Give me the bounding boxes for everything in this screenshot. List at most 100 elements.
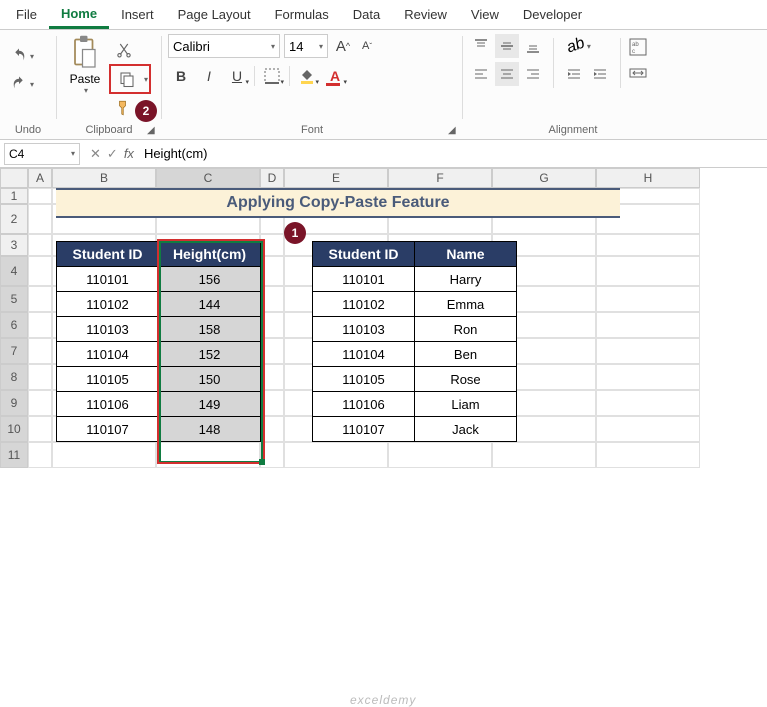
fill-color-button[interactable]: ▾ <box>294 64 320 88</box>
t1-h1: Height(cm) <box>159 242 261 267</box>
fx-icon[interactable]: fx <box>124 146 134 161</box>
table-cell[interactable]: 148 <box>159 417 261 442</box>
fill-handle[interactable] <box>259 459 265 465</box>
italic-button[interactable]: I <box>196 64 222 88</box>
select-all-corner[interactable] <box>0 168 28 188</box>
clipboard-dialog-launcher[interactable]: ◢ <box>147 125 159 137</box>
row-header-7[interactable]: 7 <box>0 338 28 364</box>
tab-file[interactable]: File <box>4 2 49 27</box>
decrease-indent-button[interactable] <box>562 62 586 86</box>
borders-button[interactable]: ▾ <box>259 64 285 88</box>
align-center-button[interactable] <box>495 62 519 86</box>
formula-bar: C4▾ ✕ ✓ fx Height(cm) <box>0 140 767 168</box>
row-header-8[interactable]: 8 <box>0 364 28 390</box>
undo-button[interactable]: ▾ <box>6 44 38 68</box>
table-cell[interactable]: Harry <box>415 267 517 292</box>
table-cell[interactable]: 110105 <box>57 367 159 392</box>
table-cell[interactable]: 110101 <box>313 267 415 292</box>
align-bottom-button[interactable] <box>521 34 545 58</box>
tab-data[interactable]: Data <box>341 2 392 27</box>
table-cell[interactable]: Emma <box>415 292 517 317</box>
table-cell[interactable]: 110103 <box>57 317 159 342</box>
row-header-5[interactable]: 5 <box>0 286 28 312</box>
row-header-10[interactable]: 10 <box>0 416 28 442</box>
row-header-9[interactable]: 9 <box>0 390 28 416</box>
tab-formulas[interactable]: Formulas <box>263 2 341 27</box>
table-cell[interactable]: 110101 <box>57 267 159 292</box>
tab-review[interactable]: Review <box>392 2 459 27</box>
table-cell[interactable]: Ben <box>415 342 517 367</box>
copy-button[interactable] <box>112 67 142 91</box>
font-color-button[interactable]: A▾ <box>322 64 348 88</box>
group-font: Calibri▾ 14▾ A^ Aˇ B I U▾ ▾ ▾ A▾ Font ◢ <box>162 30 462 139</box>
wrap-text-button[interactable]: abc <box>629 36 647 58</box>
col-header-d[interactable]: D <box>260 168 284 188</box>
col-header-e[interactable]: E <box>284 168 388 188</box>
font-name-select[interactable]: Calibri▾ <box>168 34 280 58</box>
underline-button[interactable]: U▾ <box>224 64 250 88</box>
table-cell[interactable]: Ron <box>415 317 517 342</box>
row-header-3[interactable]: 3 <box>0 234 28 256</box>
table-cell[interactable]: 149 <box>159 392 261 417</box>
decrease-font-button[interactable]: Aˇ <box>356 35 378 57</box>
row-header-6[interactable]: 6 <box>0 312 28 338</box>
table-cell[interactable]: 110106 <box>313 392 415 417</box>
table-cell[interactable]: 150 <box>159 367 261 392</box>
table-cell[interactable]: 158 <box>159 317 261 342</box>
redo-button[interactable]: ▾ <box>6 72 38 96</box>
col-header-h[interactable]: H <box>596 168 700 188</box>
orientation-button[interactable]: ab▾ <box>562 34 596 58</box>
copy-dropdown[interactable]: ▾ <box>144 75 148 84</box>
table-cell[interactable]: 110104 <box>57 342 159 367</box>
font-dialog-launcher[interactable]: ◢ <box>448 125 460 137</box>
row-header-4[interactable]: 4 <box>0 256 28 286</box>
align-middle-button[interactable] <box>495 34 519 58</box>
table-cell[interactable]: 110102 <box>313 292 415 317</box>
name-box[interactable]: C4▾ <box>4 143 80 165</box>
paste-button[interactable]: Paste ▾ <box>63 34 107 95</box>
worksheet-grid: A B C D E F G H 1 2 3 4 5 6 7 8 9 10 11 … <box>0 168 767 468</box>
enter-formula-icon[interactable]: ✓ <box>107 146 118 162</box>
group-clipboard: Paste ▾ ▾ Clipboard ◢ 2 <box>57 30 161 139</box>
merge-center-button[interactable] <box>629 62 647 84</box>
tab-insert[interactable]: Insert <box>109 2 166 27</box>
font-size-select[interactable]: 14▾ <box>284 34 328 58</box>
table-cell[interactable]: Jack <box>415 417 517 442</box>
table-cell[interactable]: 156 <box>159 267 261 292</box>
table-cell[interactable]: 110103 <box>313 317 415 342</box>
table-cell[interactable]: 144 <box>159 292 261 317</box>
col-header-g[interactable]: G <box>492 168 596 188</box>
col-header-c[interactable]: C <box>156 168 260 188</box>
table-cell[interactable]: 110106 <box>57 392 159 417</box>
align-left-button[interactable] <box>469 62 493 86</box>
table-cell[interactable]: 110102 <box>57 292 159 317</box>
group-alignment: ab▾ abc Alignment <box>463 30 683 139</box>
formula-input[interactable]: Height(cm) <box>140 146 767 161</box>
svg-text:ab: ab <box>632 42 639 48</box>
col-header-f[interactable]: F <box>388 168 492 188</box>
row-header-11[interactable]: 11 <box>0 442 28 468</box>
callout-badge-2: 2 <box>135 100 157 122</box>
increase-indent-button[interactable] <box>588 62 612 86</box>
tab-view[interactable]: View <box>459 2 511 27</box>
tab-page-layout[interactable]: Page Layout <box>166 2 263 27</box>
tab-developer[interactable]: Developer <box>511 2 594 27</box>
increase-font-button[interactable]: A^ <box>332 35 354 57</box>
table-cell[interactable]: 110105 <box>313 367 415 392</box>
align-top-button[interactable] <box>469 34 493 58</box>
table-cell[interactable]: 110104 <box>313 342 415 367</box>
table-cell[interactable]: Rose <box>415 367 517 392</box>
col-header-a[interactable]: A <box>28 168 52 188</box>
table-cell[interactable]: Liam <box>415 392 517 417</box>
cancel-formula-icon[interactable]: ✕ <box>90 146 101 162</box>
table-cell[interactable]: 110107 <box>313 417 415 442</box>
table-cell[interactable]: 110107 <box>57 417 159 442</box>
tab-home[interactable]: Home <box>49 1 109 29</box>
bold-button[interactable]: B <box>168 64 194 88</box>
col-header-b[interactable]: B <box>52 168 156 188</box>
cut-button[interactable] <box>109 38 139 62</box>
row-header-1[interactable]: 1 <box>0 188 28 204</box>
table-cell[interactable]: 152 <box>159 342 261 367</box>
row-header-2[interactable]: 2 <box>0 204 28 234</box>
align-right-button[interactable] <box>521 62 545 86</box>
